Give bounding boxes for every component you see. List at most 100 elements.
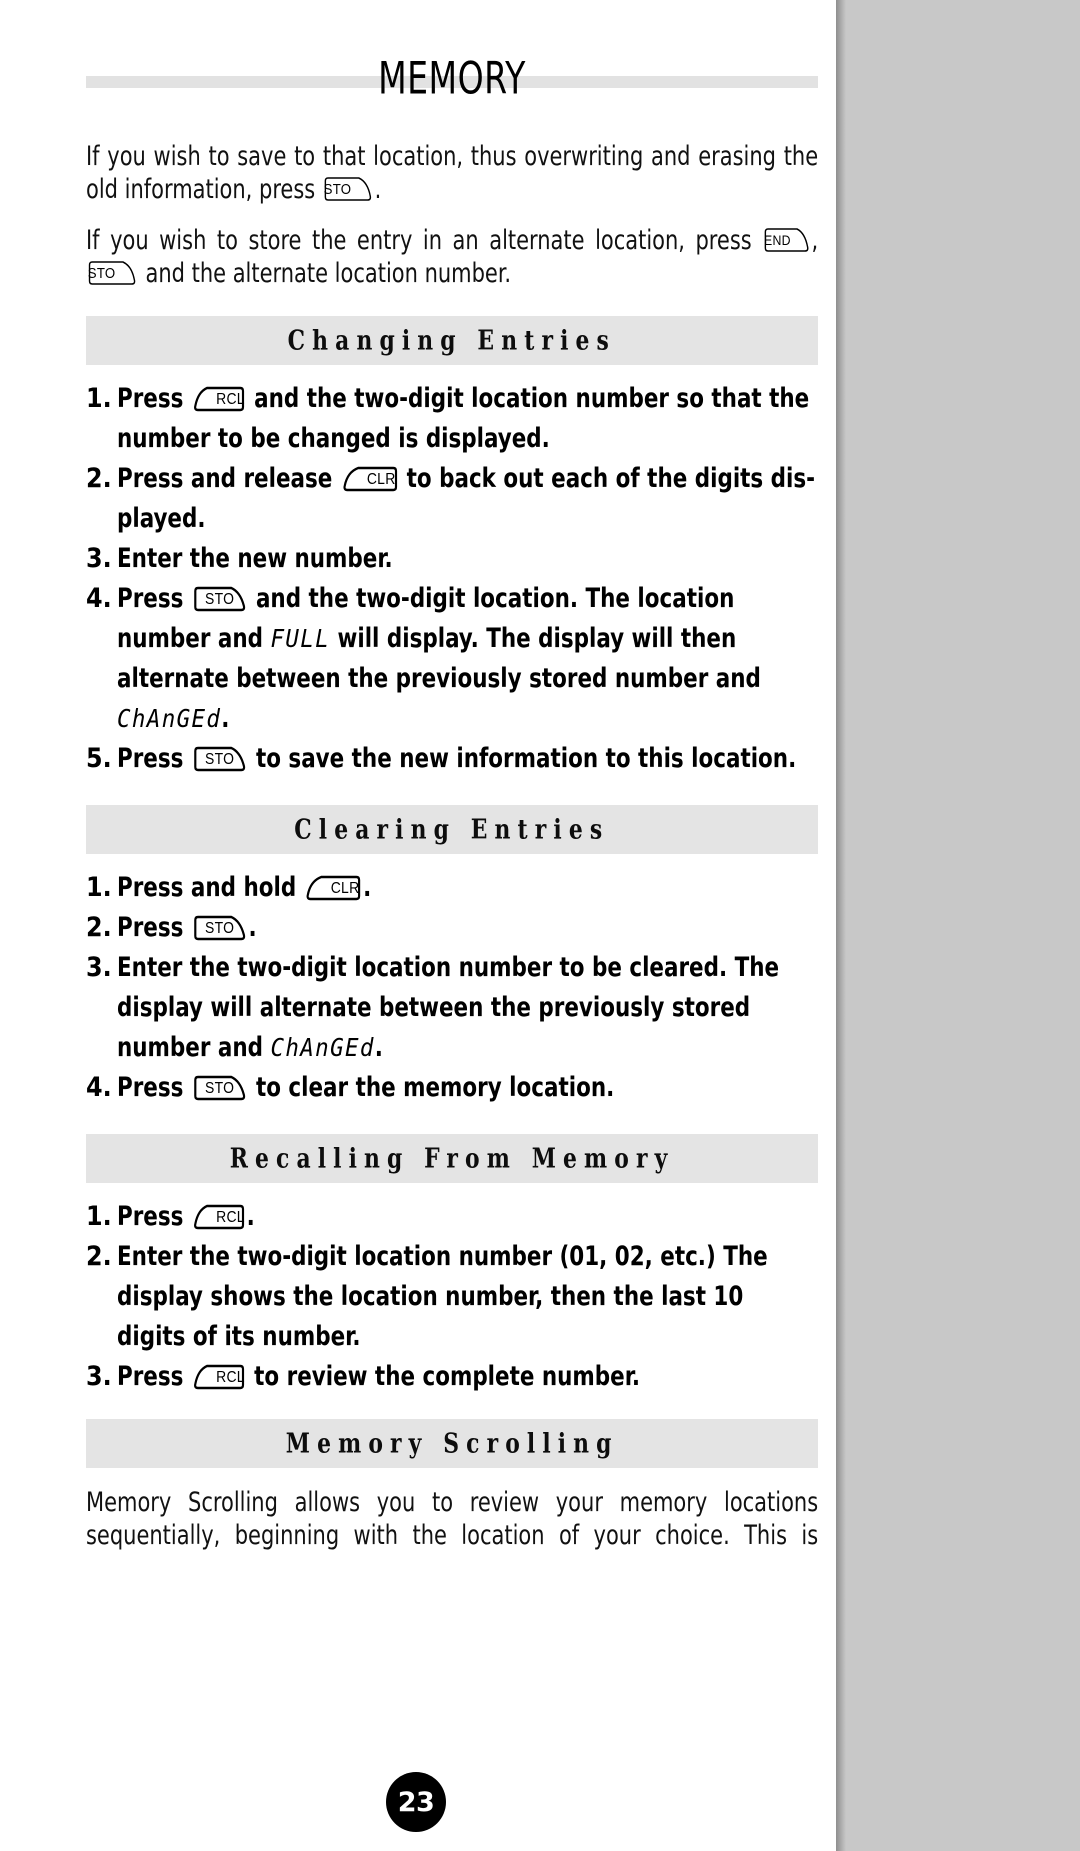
list-item: 5. Press STO to save the new information … — [86, 739, 818, 779]
list-item: 3. Enter the new number. — [86, 539, 818, 579]
page-content: MEMORY If you wish to save to that locat… — [86, 0, 818, 1558]
step-number: 2. — [86, 463, 112, 494]
step-text: Press STO to clear the memory location. — [117, 1068, 817, 1108]
step-number: 2. — [86, 912, 112, 943]
intro-paragraph-1: If you wish to save to that location, th… — [86, 140, 818, 206]
step-text-part: Press — [117, 383, 191, 414]
step-text-part: . — [221, 703, 230, 734]
section-heading-label: Clearing Entries — [294, 813, 610, 846]
key-sto-label: STO — [323, 181, 352, 198]
steps-changing-entries: 1. Press RCL and the two-digit location n… — [86, 379, 818, 779]
section-heading-label: Recalling From Memory — [229, 1142, 675, 1175]
step-text-part: Press — [117, 1201, 191, 1232]
lcd-text-changed-2: ChAnGEd — [270, 1033, 375, 1062]
key-sto-label-bold-3: STO — [205, 920, 235, 937]
key-clr-label: CLR — [366, 471, 396, 488]
steps-recalling-from-memory: 1. Press RCL. 2. Enter the two-digit locat… — [86, 1197, 818, 1397]
step-text-part: Press and release — [117, 463, 340, 494]
list-item: 4. Press STO and the two-digit location. … — [86, 579, 818, 739]
step-text: Press RCL to review the complete number. — [117, 1357, 817, 1397]
list-item: 3. Enter the two-digit location number to… — [86, 948, 818, 1068]
key-clr-icon: CLR — [342, 465, 398, 492]
step-text-part: to clear the memory location. — [248, 1072, 615, 1103]
step-number: 1. — [86, 383, 112, 414]
step-number: 1. — [86, 872, 112, 903]
key-sto-icon-bold-2: STO — [193, 745, 247, 772]
list-item: 2. Press and release CLR to back out each… — [86, 459, 818, 539]
key-end-label: END — [763, 232, 791, 248]
key-sto-label-2: STO — [87, 265, 116, 282]
step-text-part: Press — [117, 743, 191, 774]
intro-paragraph-2: If you wish to store the entry in an alt… — [86, 224, 818, 290]
step-text: Press RCL. — [117, 1197, 817, 1237]
step-number: 3. — [86, 543, 112, 574]
key-sto-icon: STO — [324, 176, 373, 202]
section-heading-label: Memory Scrolling — [285, 1427, 619, 1460]
key-sto-icon-2: STO — [88, 260, 137, 286]
key-clr-label-2: CLR — [330, 880, 360, 897]
step-text-part: Press — [117, 1361, 191, 1392]
step-number: 5. — [86, 743, 112, 774]
key-rcl-label: RCL — [216, 391, 245, 408]
step-number: 1. — [86, 1201, 112, 1232]
step-text-part: Enter the new number. — [117, 543, 393, 574]
intro-p2-text-c: and the alternate location number. — [138, 258, 511, 289]
step-text-part: . — [374, 1032, 383, 1063]
step-text: Press and release CLR to back out each o… — [117, 459, 817, 539]
list-item: 1. Press RCL. — [86, 1197, 818, 1237]
steps-clearing-entries: 1. Press and hold CLR. 2. Press STO. 3. Ent… — [86, 868, 818, 1108]
key-rcl-label-2: RCL — [216, 1209, 245, 1226]
step-number: 3. — [86, 952, 112, 983]
key-sto-icon-bold: STO — [193, 585, 247, 612]
section-heading-label: Changing Entries — [287, 324, 617, 357]
page-title-block: MEMORY — [86, 52, 818, 118]
step-text: Press and hold CLR. — [117, 868, 817, 908]
list-item: 2. Press STO. — [86, 908, 818, 948]
key-end-icon: END — [764, 227, 810, 253]
memory-scrolling-paragraph: Memory Scrolling allows you to review yo… — [86, 1487, 819, 1551]
step-number: 4. — [86, 1072, 112, 1103]
step-text-part: to save the new information to this loca… — [248, 743, 797, 774]
section-heading-clearing-entries: Clearing Entries — [86, 805, 818, 854]
list-item: 2. Enter the two-digit location number (0… — [86, 1237, 818, 1357]
list-item: 3. Press RCL to review the complete numbe… — [86, 1357, 818, 1397]
page-number-badge: 23 — [386, 1772, 446, 1832]
step-text-part: Press — [117, 912, 191, 943]
step-number: 3. — [86, 1361, 112, 1392]
key-sto-label-bold-4: STO — [205, 1080, 235, 1097]
key-rcl-label-3: RCL — [216, 1369, 245, 1386]
key-sto-icon-bold-4: STO — [193, 1074, 247, 1101]
step-text-part: Press and hold — [117, 872, 304, 903]
lcd-text-full: FULL — [270, 624, 331, 653]
step-number: 4. — [86, 583, 112, 614]
document-page: MEMORY If you wish to save to that locat… — [0, 0, 836, 1851]
step-text-part: to review the complete number. — [246, 1361, 641, 1392]
step-text-part: Enter the two-digit location number to b… — [117, 952, 780, 1063]
page-edge-shadow — [836, 0, 846, 1851]
step-text: Enter the two-digit location number (01,… — [117, 1237, 817, 1357]
step-text: Press STO to save the new information to… — [117, 739, 817, 779]
step-text: Enter the new number. — [117, 539, 817, 579]
lcd-text-changed: ChAnGEd — [117, 704, 222, 733]
key-sto-label-bold: STO — [205, 591, 235, 608]
step-text: Press RCL and the two-digit location num… — [117, 379, 817, 459]
memory-scrolling-block: Memory Scrolling allows you to review yo… — [86, 1486, 818, 1552]
step-text-part: Enter the two-digit location number (01,… — [117, 1241, 768, 1352]
key-rcl-icon-2: RCL — [193, 1203, 245, 1230]
step-number: 2. — [86, 1241, 112, 1272]
list-item: 1. Press and hold CLR. — [86, 868, 818, 908]
intro-p2-text-a: If you wish to store the entry in an alt… — [86, 225, 763, 256]
step-text-part: Press — [117, 583, 191, 614]
key-rcl-icon-3: RCL — [193, 1363, 245, 1390]
section-heading-changing-entries: Changing Entries — [86, 316, 818, 365]
section-heading-memory-scrolling: Memory Scrolling — [86, 1419, 818, 1468]
step-text: Enter the two-digit location number to b… — [117, 948, 817, 1068]
intro-block: If you wish to save to that location, th… — [86, 140, 818, 290]
step-text-part: Press — [117, 1072, 191, 1103]
key-sto-label-bold-2: STO — [205, 751, 235, 768]
step-text: Press STO. — [117, 908, 817, 948]
section-heading-recalling-from-memory: Recalling From Memory — [86, 1134, 818, 1183]
step-text: Press STO and the two-digit location. Th… — [117, 579, 817, 739]
key-rcl-icon: RCL — [193, 385, 245, 412]
intro-p1-text-before: If you wish to save to that location, th… — [86, 141, 819, 205]
